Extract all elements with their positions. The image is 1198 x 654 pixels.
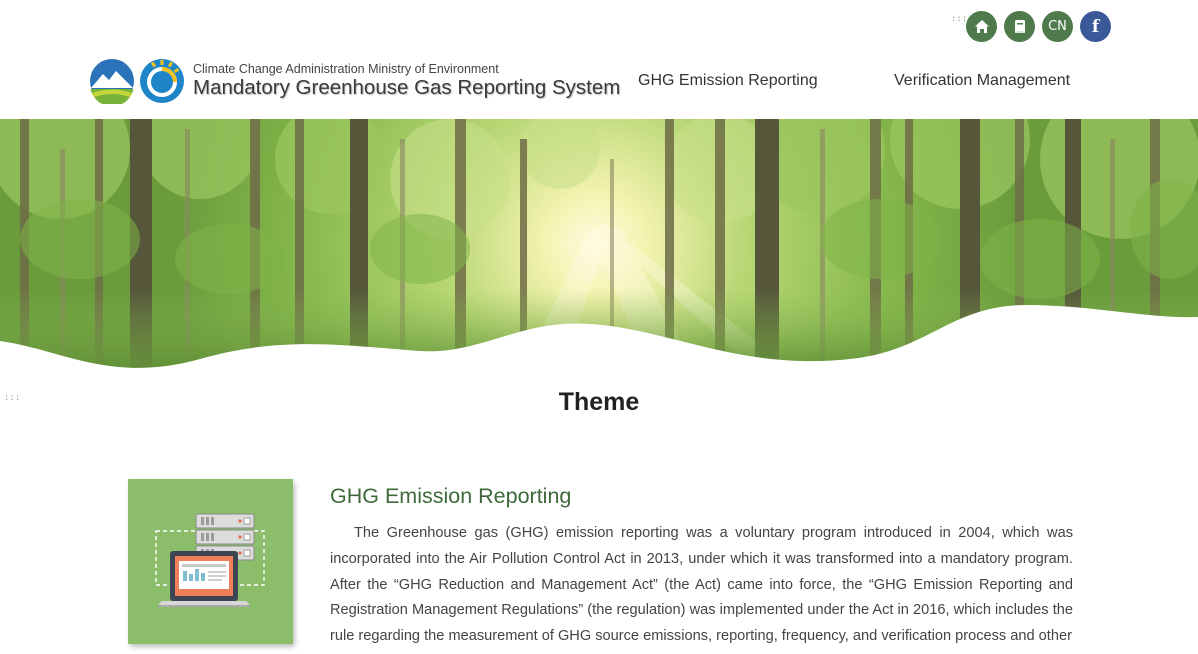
home-icon [974,20,989,33]
server-laptop-icon [155,513,265,607]
nav-verification-management[interactable]: Verification Management [894,72,1070,90]
facebook-button[interactable]: f [1080,11,1111,42]
book-icon [1014,19,1025,33]
utility-bar: CN f [966,11,1111,42]
section-title: GHG Emission Reporting [330,484,572,508]
ghg-reporting-illustration [128,479,293,644]
forest-banner [0,119,1198,375]
nav-ghg-emission-reporting[interactable]: GHG Emission Reporting [638,72,818,90]
theme-heading: Theme [558,388,640,416]
logo-text: Climate Change Administration Ministry o… [193,62,620,100]
section-body: The Greenhouse gas (GHG) emission report… [330,525,1073,645]
book-button[interactable] [1004,11,1035,42]
language-cn-button[interactable]: CN [1042,11,1073,42]
home-button[interactable] [966,11,997,42]
mountain-logo-icon [90,59,134,104]
forest-banner-image [0,119,1198,375]
agency-name: Climate Change Administration Ministry o… [193,62,499,76]
climate-logo-icon [140,59,184,103]
site-logo[interactable]: Climate Change Administration Ministry o… [89,58,620,104]
system-name: Mandatory Greenhouse Gas Reporting Syste… [193,76,621,99]
accesskey-top[interactable]: ::: [951,14,967,24]
